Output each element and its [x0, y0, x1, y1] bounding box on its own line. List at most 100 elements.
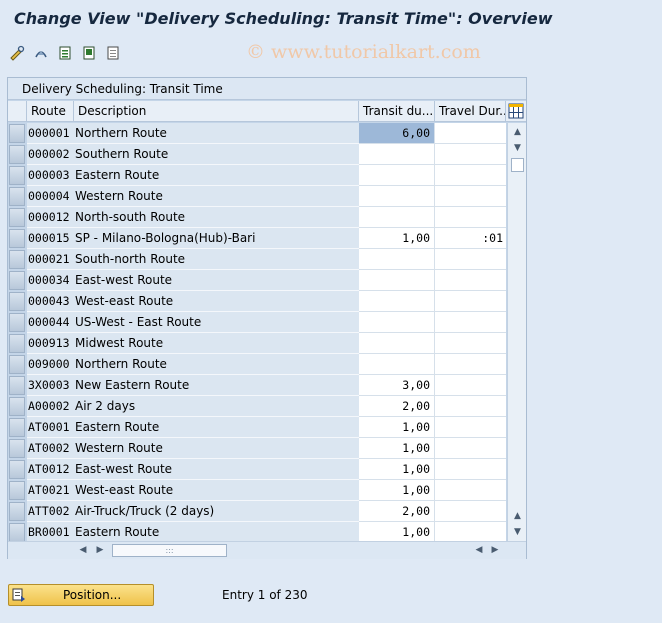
table-row[interactable]: 000034 East-west Route: [8, 270, 506, 291]
table-settings-icon[interactable]: [508, 103, 524, 119]
travel-duration-input[interactable]: [435, 438, 506, 459]
row-selector[interactable]: [9, 439, 25, 458]
table-row[interactable]: 009000 Northern Route: [8, 354, 506, 375]
transit-duration-input[interactable]: [359, 249, 435, 270]
scroll-up-page-icon[interactable]: ▲: [512, 511, 523, 521]
transit-duration-input[interactable]: 1,00: [359, 417, 435, 438]
table-row[interactable]: 000012 North-south Route: [8, 207, 506, 228]
travel-duration-input[interactable]: [435, 375, 506, 396]
table-row[interactable]: 000043 West-east Route: [8, 291, 506, 312]
travel-duration-input[interactable]: [435, 417, 506, 438]
travel-duration-input[interactable]: [435, 459, 506, 480]
travel-duration-input[interactable]: [435, 207, 506, 228]
horizontal-scroll-thumb[interactable]: :::: [112, 544, 227, 557]
row-selector[interactable]: [9, 355, 25, 374]
travel-duration-input[interactable]: [435, 165, 506, 186]
travel-duration-input[interactable]: [435, 354, 506, 375]
table-row[interactable]: ATT002 Air-Truck/Truck (2 days) 2,00: [8, 501, 506, 522]
table-row[interactable]: AT0001 Eastern Route 1,00: [8, 417, 506, 438]
transit-duration-input[interactable]: [359, 186, 435, 207]
transit-duration-input[interactable]: [359, 354, 435, 375]
scroll-up-icon[interactable]: ▲: [512, 127, 523, 137]
position-button[interactable]: Position...: [8, 584, 154, 606]
transit-duration-input[interactable]: 3,00: [359, 375, 435, 396]
row-selector[interactable]: [9, 145, 25, 164]
table-row[interactable]: 000044 US-West - East Route: [8, 312, 506, 333]
travel-duration-input[interactable]: [435, 333, 506, 354]
row-selector[interactable]: [9, 334, 25, 353]
row-selector[interactable]: [9, 124, 25, 143]
table-row[interactable]: 000913 Midwest Route: [8, 333, 506, 354]
table-row[interactable]: 000002 Southern Route: [8, 144, 506, 165]
scroll-right-page-icon[interactable]: ▶: [95, 545, 105, 556]
table-row[interactable]: BR0001 Eastern Route 1,00: [8, 522, 506, 543]
column-header-route[interactable]: Route: [27, 101, 74, 122]
edit-glasses-icon[interactable]: [8, 44, 26, 62]
table-row[interactable]: 3X0003 New Eastern Route 3,00: [8, 375, 506, 396]
travel-duration-input[interactable]: [435, 480, 506, 501]
table-row[interactable]: AT0002 Western Route 1,00: [8, 438, 506, 459]
travel-duration-input[interactable]: [435, 144, 506, 165]
scroll-left-page-icon[interactable]: ◀: [474, 545, 484, 556]
travel-duration-input[interactable]: [435, 270, 506, 291]
column-header-transit-duration[interactable]: Transit du...: [359, 101, 435, 122]
table-row[interactable]: 000001 Northern Route 6,00: [8, 123, 506, 144]
table-row[interactable]: 000004 Western Route: [8, 186, 506, 207]
row-selector[interactable]: [9, 481, 25, 500]
transit-duration-input[interactable]: 2,00: [359, 501, 435, 522]
transit-duration-input[interactable]: [359, 333, 435, 354]
scroll-down-icon[interactable]: ▼: [512, 527, 523, 537]
transit-duration-input[interactable]: 1,00: [359, 438, 435, 459]
row-selector[interactable]: [9, 313, 25, 332]
table-row[interactable]: AT0021 West-east Route 1,00: [8, 480, 506, 501]
transit-duration-input[interactable]: [359, 312, 435, 333]
vertical-scroll-thumb[interactable]: [511, 158, 524, 172]
transit-duration-input[interactable]: 1,00: [359, 522, 435, 543]
row-selector[interactable]: [9, 523, 25, 542]
transit-duration-input[interactable]: [359, 165, 435, 186]
scroll-right-icon[interactable]: ▶: [490, 545, 500, 556]
row-selector[interactable]: [9, 166, 25, 185]
column-header-travel-duration[interactable]: Travel Dur...: [435, 101, 506, 122]
travel-duration-input[interactable]: [435, 312, 506, 333]
select-block-icon[interactable]: [80, 44, 98, 62]
row-selector[interactable]: [9, 376, 25, 395]
travel-duration-input[interactable]: :01: [435, 228, 506, 249]
travel-duration-input[interactable]: [435, 123, 506, 144]
transit-duration-input[interactable]: 2,00: [359, 396, 435, 417]
row-selector[interactable]: [9, 208, 25, 227]
travel-duration-input[interactable]: [435, 186, 506, 207]
travel-duration-input[interactable]: [435, 249, 506, 270]
row-selector[interactable]: [9, 418, 25, 437]
transit-duration-input[interactable]: 1,00: [359, 459, 435, 480]
table-row[interactable]: 000003 Eastern Route: [8, 165, 506, 186]
row-selector[interactable]: [9, 187, 25, 206]
select-all-rows-cell[interactable]: [8, 101, 27, 122]
table-row[interactable]: A00002 Air 2 days 2,00: [8, 396, 506, 417]
table-row[interactable]: 000015 SP - Milano-Bologna(Hub)-Bari 1,00:…: [8, 228, 506, 249]
travel-duration-input[interactable]: [435, 396, 506, 417]
row-selector[interactable]: [9, 292, 25, 311]
transit-duration-input[interactable]: 6,00: [359, 123, 435, 144]
transit-duration-input[interactable]: [359, 270, 435, 291]
row-selector[interactable]: [9, 397, 25, 416]
travel-duration-input[interactable]: [435, 501, 506, 522]
travel-duration-input[interactable]: [435, 522, 506, 543]
vertical-scrollbar[interactable]: ▲ ▼ ▲ ▼: [507, 123, 526, 541]
row-selector[interactable]: [9, 502, 25, 521]
transit-duration-input[interactable]: 1,00: [359, 480, 435, 501]
transit-duration-input[interactable]: [359, 144, 435, 165]
transit-duration-input[interactable]: [359, 291, 435, 312]
horizontal-scrollbar[interactable]: ◀ ▶ ::: ◀ ▶: [8, 541, 526, 559]
select-all-icon[interactable]: [56, 44, 74, 62]
change-display-icon[interactable]: [32, 44, 50, 62]
scroll-down-page-icon[interactable]: ▼: [512, 143, 523, 153]
table-row[interactable]: AT0012 East-west Route 1,00: [8, 459, 506, 480]
scroll-left-icon[interactable]: ◀: [78, 545, 88, 556]
row-selector[interactable]: [9, 229, 25, 248]
column-header-description[interactable]: Description: [74, 101, 359, 122]
row-selector[interactable]: [9, 250, 25, 269]
table-row[interactable]: 000021 South-north Route: [8, 249, 506, 270]
row-selector[interactable]: [9, 271, 25, 290]
deselect-all-icon[interactable]: [104, 44, 122, 62]
